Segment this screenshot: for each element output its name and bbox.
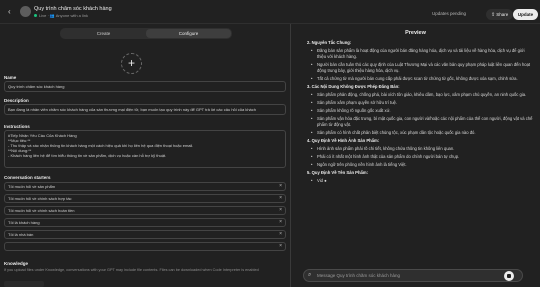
message-bullet: Ngôn ngữ trên phông nền hình ảnh là tiến… <box>307 162 533 168</box>
starter-input[interactable]: Tôi là nhà bán × <box>4 230 286 239</box>
message-bullet: Sản phẩm không rõ nguồn gốc xuất xứ. <box>307 108 533 114</box>
starter-text: Tôi là nhà bán <box>8 232 34 237</box>
starter-input[interactable]: Tôi muốn hỏi về chính sách hợp tác × <box>4 194 286 203</box>
message-heading: 2. Nguyên Tắc Chung: <box>307 40 352 45</box>
message-heading: 4. Quy Định Về Hình Ảnh Sản Phẩm: <box>307 138 380 143</box>
name-value: Quy trình chăm sóc khách hàng <box>8 84 65 89</box>
name-label: Name <box>4 75 17 80</box>
upload-files-button[interactable] <box>4 281 44 287</box>
message-heading: 5. Quy Định Về Tên Sản Phẩm: <box>307 170 368 175</box>
share-button-label: Share <box>496 12 509 17</box>
update-status: Updates pending <box>432 11 467 16</box>
starter-input[interactable]: Tôi muốn hỏi về chính sách hoàn tiền × <box>4 206 286 215</box>
mode-tabs: Create Configure <box>60 28 232 39</box>
message-composer[interactable]: ⌕ Message Quy trình chăm sóc khách hàng <box>303 269 523 282</box>
live-status-dot-icon <box>34 14 37 18</box>
message-bullet: Đăng bán sản phẩm là hoạt động của người… <box>307 48 533 60</box>
preview-panel: Preview 2. Nguyên Tắc Chung: Đăng bán sả… <box>291 24 540 287</box>
tab-create[interactable]: Create <box>61 29 146 38</box>
starter-text: Tôi muốn hỏi về chính sách hoàn tiền <box>8 208 75 213</box>
preview-title: Preview <box>405 30 426 36</box>
close-icon[interactable]: × <box>279 219 282 226</box>
share-icon: ⇪ <box>491 12 496 18</box>
message-bullet: Tất cả chứng từ mà người bán cung cấp ph… <box>307 76 533 82</box>
message-bullet: Sản phẩm có hình chất phân biệt chủng tộ… <box>307 130 533 136</box>
instructions-field[interactable]: #Tiếp Nhận Yêu Cầu Của Khách Hàng **Mục … <box>4 130 286 168</box>
message-bullet: Sản phẩm xâm phạm quyền sở hữu trí tuệ. <box>307 100 533 106</box>
starter-input[interactable]: Tôi muốn hỏi về sản phẩm × <box>4 182 286 191</box>
close-icon[interactable]: × <box>279 231 282 238</box>
starter-text: Tôi là khách hàng <box>8 220 40 225</box>
composer-placeholder: Message Quy trình chăm sóc khách hàng <box>317 273 401 278</box>
close-icon[interactable]: × <box>279 207 282 214</box>
gpt-visibility-text: Live · 👥 Anyone with a link <box>39 13 89 18</box>
stop-icon[interactable] <box>504 271 514 281</box>
instructions-line: - Khách hàng liên hệ để tìm hiểu thông t… <box>8 153 167 158</box>
knowledge-label: Knowledge <box>4 261 29 266</box>
close-icon[interactable]: × <box>279 195 282 202</box>
close-icon[interactable]: × <box>279 183 282 190</box>
message-bullet: Người bán cần tuân thủ các quy định của … <box>307 62 533 74</box>
assistant-message: 2. Nguyên Tắc Chung: Đăng bán sản phẩm l… <box>307 38 533 264</box>
instructions-label: Instructions <box>4 124 30 129</box>
description-field[interactable]: Bạn đang là nhân viên chăm sóc khách hàn… <box>4 104 286 115</box>
message-bullet: Hình ảnh sản phẩm phải rõ chi tiết, khôn… <box>307 146 533 152</box>
top-bar: ‹ Quy trình chăm sóc khách hàng Live · 👥… <box>0 0 540 24</box>
gpt-visibility: Live · 👥 Anyone with a link <box>34 13 88 18</box>
starter-text: Tôi muốn hỏi về sản phẩm <box>8 184 56 189</box>
gpt-title: Quy trình chăm sóc khách hàng <box>34 6 112 12</box>
starter-input[interactable]: Tôi là khách hàng × <box>4 218 286 227</box>
share-button[interactable]: ⇪Share <box>486 9 514 20</box>
update-button[interactable]: Update <box>513 9 538 20</box>
description-label: Description <box>4 98 29 103</box>
configure-panel: Create Configure + Name Quy trình chăm s… <box>0 24 290 287</box>
name-field[interactable]: Quy trình chăm sóc khách hàng <box>4 81 286 92</box>
message-bullet: Phải có ít nhất một hình ảnh thật của sả… <box>307 154 533 160</box>
add-avatar-button[interactable]: + <box>121 53 142 74</box>
tab-configure[interactable]: Configure <box>146 29 231 38</box>
message-bullet: Sản phẩm vận hóa đặc trưng, bí mật quốc … <box>307 116 533 128</box>
back-chevron-icon[interactable]: ‹ <box>8 8 11 16</box>
starter-text: Tôi muốn hỏi về chính sách hợp tác <box>8 196 72 201</box>
message-bullet: Sản phẩm phản động, chống phá, bài xích … <box>307 92 533 98</box>
starter-input[interactable]: × <box>4 242 286 251</box>
message-bullet: Vid ● <box>307 178 533 184</box>
knowledge-note: If you upload files under Knowledge, con… <box>4 268 259 272</box>
description-value: Bạn đang là nhân viên chăm sóc khách hàn… <box>8 107 257 112</box>
paperclip-icon[interactable]: ⌕ <box>308 272 311 279</box>
message-heading: 3. Các Nội Dung Không Được Phép Đăng Bán… <box>307 84 400 89</box>
gpt-avatar <box>20 6 31 17</box>
conversation-starters-label: Conversation starters <box>4 175 51 180</box>
close-icon[interactable]: × <box>279 243 282 250</box>
